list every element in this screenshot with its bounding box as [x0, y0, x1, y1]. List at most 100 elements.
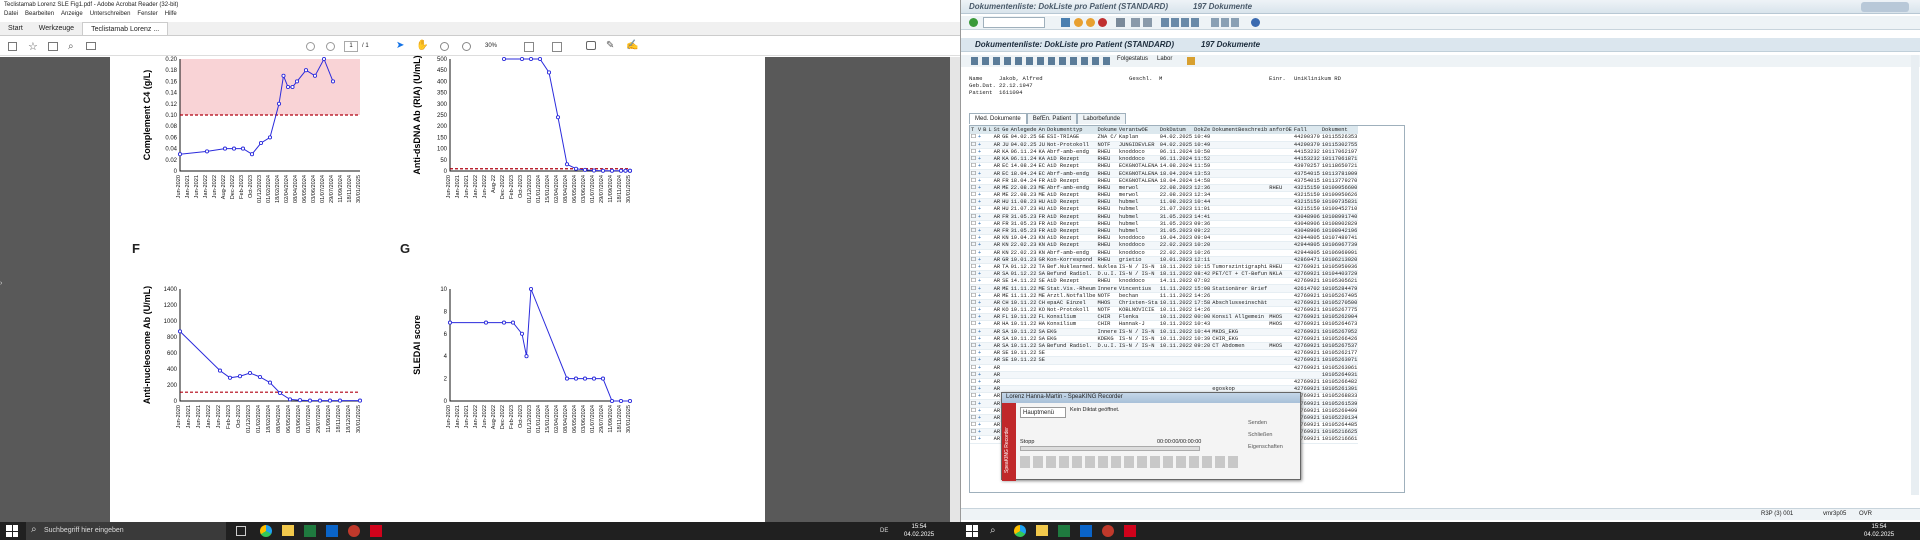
mail-icon[interactable]: [86, 42, 96, 50]
zoom-in-icon[interactable]: [462, 42, 471, 51]
page-up-icon[interactable]: [306, 42, 315, 51]
page-number-input[interactable]: 1: [344, 41, 358, 52]
row-checkbox[interactable]: ☐: [970, 435, 977, 444]
column-header[interactable]: Dokume: [1096, 126, 1118, 134]
eigenschaften-button[interactable]: Eigenschaften: [1248, 441, 1283, 453]
table-row[interactable]: ☐ + AR EC 14.08.24 EC AiD Rezept RHEU ECKGNOTALE…: [970, 162, 1359, 171]
search-icon-2[interactable]: ⌕: [990, 525, 996, 536]
table-row[interactable]: ☐ + AR KN 22.02.23 KN Abrf-amb-endg RHEU knoddoc…: [970, 249, 1359, 257]
search-icon[interactable]: ⌕: [68, 41, 74, 52]
command-field[interactable]: [983, 17, 1045, 28]
table-row[interactable]: ☐ + AR SA 10.11.22 SA EKG Innere IS-N / IS-N 10.1…: [970, 328, 1359, 336]
pen-icon[interactable]: ✎: [606, 40, 614, 51]
row-checkbox[interactable]: ☐: [970, 292, 977, 300]
save-icon[interactable]: [8, 42, 17, 51]
column-header[interactable]: DokZe: [1193, 126, 1212, 134]
column-header[interactable]: anforOE: [1268, 126, 1293, 134]
row-checkbox[interactable]: ☐: [970, 392, 977, 401]
table-row[interactable]: ☐ + AR HU 21.07.23 HU AiD Rezept RHEU hubmel 21.0…: [970, 205, 1359, 214]
column-header[interactable]: Anlegede: [1009, 126, 1038, 134]
table-row[interactable]: ☐ + AR SA 10.11.22 SA EKG KDEKG IS-N / IS-N 10.11…: [970, 335, 1359, 343]
row-checkbox[interactable]: ☐: [970, 428, 977, 437]
exit-icon[interactable]: [1086, 18, 1095, 27]
scroll-mode-icon[interactable]: [552, 42, 562, 52]
row-checkbox[interactable]: ☐: [970, 191, 977, 200]
row-checkbox[interactable]: ☐: [970, 385, 977, 394]
clock-right[interactable]: 15:54 04.02.2025: [1864, 523, 1894, 539]
row-checkbox[interactable]: ☐: [970, 155, 977, 164]
recorder-transport-buttons[interactable]: [1020, 456, 1240, 468]
menu-datei[interactable]: Datei: [4, 11, 18, 19]
row-checkbox[interactable]: ☐: [970, 313, 977, 322]
row-checkbox[interactable]: ☐: [970, 342, 977, 351]
senden-button[interactable]: Senden: [1248, 417, 1283, 429]
column-header[interactable]: T: [970, 126, 977, 134]
comment-icon[interactable]: [586, 41, 596, 50]
task-view-icon[interactable]: [236, 526, 246, 536]
row-checkbox[interactable]: ☐: [970, 162, 977, 171]
sign-icon[interactable]: ✍: [626, 40, 638, 51]
row-checkbox[interactable]: ☐: [970, 184, 977, 193]
clock-left[interactable]: 15:54 04.02.2025: [904, 523, 934, 539]
table-row[interactable]: ☐ + AR KA 06.11.24 KA Abrf-amb-endg RHEU knoddoc…: [970, 148, 1359, 157]
select-tool-icon[interactable]: ➤: [396, 40, 404, 51]
back-icon[interactable]: [1074, 18, 1083, 27]
table-row[interactable]: ☐ + AR FR 31.05.23 FR AiD Rezept RHEU hubmel 31.0…: [970, 213, 1359, 221]
table-row[interactable]: ☐ + AR SA 10.11.22 SA Befund Radiol. D.u.I. IS-N…: [970, 342, 1359, 351]
tab-laborbefunde[interactable]: Laborbefunde: [1077, 113, 1127, 124]
row-checkbox[interactable]: ☐: [970, 148, 977, 157]
column-header[interactable]: DokDatum: [1158, 126, 1194, 134]
folgestatus-button[interactable]: Folgestatus: [1117, 56, 1148, 62]
column-header[interactable]: Dokumenttyp: [1045, 126, 1097, 134]
table-row[interactable]: ☐ + AR ME 11.11.22 ME Arztl.Notfallbe NOTF becha…: [970, 292, 1359, 300]
row-checkbox[interactable]: ☐: [970, 234, 977, 243]
row-checkbox[interactable]: ☐: [970, 213, 977, 221]
row-checkbox[interactable]: ☐: [970, 177, 977, 185]
page-nav-icons[interactable]: [1161, 18, 1201, 27]
row-checkbox[interactable]: ☐: [970, 328, 977, 336]
row-checkbox[interactable]: ☐: [970, 378, 977, 387]
speaking-icon-2[interactable]: [1102, 525, 1114, 537]
table-row[interactable]: ☐ + AR TA 01.12.22 TA Bef.Nuklearmed. Nuklea IS-…: [970, 263, 1359, 272]
row-checkbox[interactable]: ☐: [970, 414, 977, 423]
table-row[interactable]: ☐ + AR SA 01.12.22 SA Befund Radiol. D.u.I. IS-N…: [970, 270, 1359, 279]
table-row[interactable]: ☐ + AR GR 10.01.23 GR Kon-Korrespond RHEU grieti…: [970, 256, 1359, 264]
row-checkbox[interactable]: ☐: [970, 407, 977, 415]
outlook-icon-2[interactable]: [1080, 525, 1092, 537]
edge-icon-2[interactable]: [1014, 525, 1026, 537]
menu-anzeige[interactable]: Anzeige: [61, 11, 83, 19]
speaking-icon[interactable]: [348, 525, 360, 537]
session-icons[interactable]: [1211, 18, 1241, 27]
enter-icon[interactable]: [969, 18, 978, 27]
schliessen-button[interactable]: Schließen: [1248, 429, 1283, 441]
column-header[interactable]: Dokument: [1320, 126, 1359, 134]
outlook-icon[interactable]: [326, 525, 338, 537]
acrobat-icon[interactable]: [370, 525, 382, 537]
explorer-icon-2[interactable]: [1036, 525, 1048, 536]
help-icon[interactable]: [1251, 18, 1260, 27]
sap-scrollbar[interactable]: [1911, 55, 1919, 495]
column-header[interactable]: VerantwOE: [1117, 126, 1159, 134]
menu-fenster[interactable]: Fenster: [137, 11, 157, 19]
column-header[interactable]: Ge: [1001, 126, 1010, 134]
table-row[interactable]: ☐ + AR 10105264931: [970, 371, 1359, 379]
table-row[interactable]: ☐ + AR KO 10.11.22 KO Not-Protokoll NOTF KOBLNOV…: [970, 306, 1359, 315]
tab-start[interactable]: Start: [0, 22, 31, 35]
table-row[interactable]: ☐ + AR ME 11.11.22 ME Stat.Vis.-Rheum Innere Vin…: [970, 284, 1359, 293]
table-row[interactable]: ☐ + AR HA 10.11.22 HA Konsilium CHIR Hannak-J 10.…: [970, 320, 1359, 329]
table-row[interactable]: ☐ + AR JU 04.02.25 JU Not-Protokoll NOTF JUNGIDE…: [970, 141, 1359, 149]
page-down-icon[interactable]: [326, 42, 335, 51]
edit-icon[interactable]: [1187, 57, 1195, 65]
row-checkbox[interactable]: ☐: [970, 356, 977, 365]
row-checkbox[interactable]: ☐: [970, 205, 977, 214]
window-controls[interactable]: [1861, 2, 1909, 12]
language-indicator[interactable]: DE: [880, 528, 888, 534]
excel-icon[interactable]: [304, 525, 316, 537]
column-header[interactable]: Fall: [1292, 126, 1321, 134]
table-row[interactable]: ☐ + AR EC 18.04.24 EC Abrf-amb-endg RHEU ECKGNOT…: [970, 169, 1359, 178]
windows-start-icon-2[interactable]: [966, 525, 978, 537]
cancel-icon[interactable]: [1098, 18, 1107, 27]
table-row[interactable]: ☐ + AR CH 10.11.22 CH epaAC Einzel MHOS Christen…: [970, 299, 1359, 308]
hauptmenu-button[interactable]: Hauptmenü: [1020, 407, 1066, 418]
table-row[interactable]: ☐ + AR KN 22.02.23 KN AiD Rezept RHEU knoddoco 22…: [970, 241, 1359, 250]
